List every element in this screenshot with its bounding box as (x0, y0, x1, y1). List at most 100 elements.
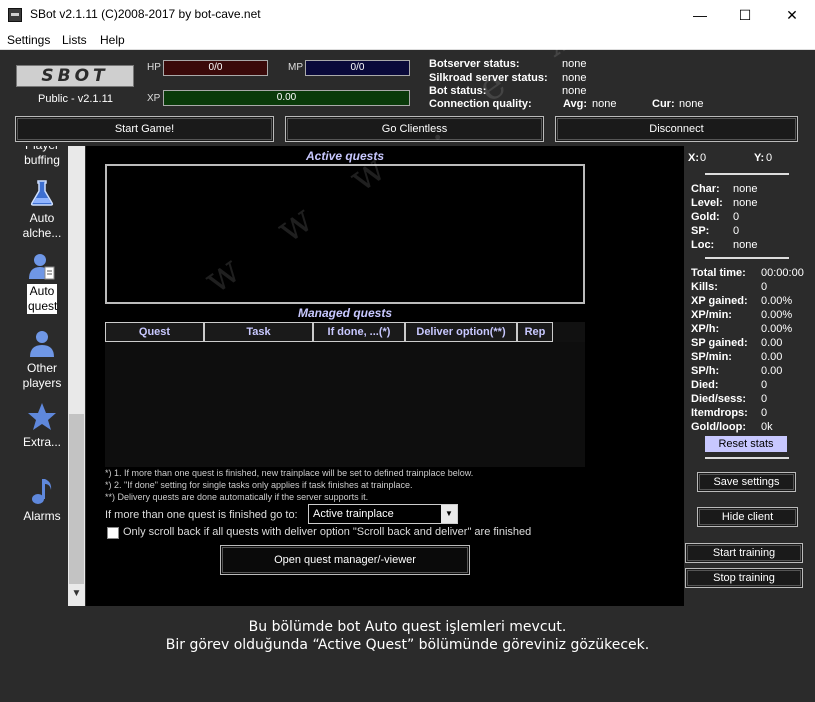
column-rep[interactable]: Rep (517, 322, 553, 342)
bot-status-value: none (562, 85, 587, 97)
sidebar-item-other-players[interactable]: Other players (16, 328, 68, 391)
column-deliver-option[interactable]: Deliver option(**) (405, 322, 517, 342)
quest-notes: *) 1. If more than one quest is finished… (105, 468, 474, 502)
bot-status-label: Bot status: (429, 85, 487, 97)
stat-key: Gold/loop: (691, 421, 746, 433)
sidebar: Player buffing Auto alche... Auto quest … (16, 146, 68, 606)
player-icon (30, 331, 54, 357)
x-value: 0 (700, 152, 707, 164)
char-value: 0 (733, 225, 740, 237)
stop-training-button[interactable]: Stop training (685, 568, 803, 588)
flask-icon (30, 180, 54, 206)
star-icon (28, 403, 56, 430)
stat-value: 0 (761, 393, 768, 405)
hp-label: HP (147, 62, 161, 73)
connection-quality-label: Connection quality: (429, 98, 532, 110)
close-button[interactable]: ✕ (769, 0, 815, 30)
stat-value: 0 (761, 407, 768, 419)
stat-key: XP/min: (691, 309, 732, 321)
stat-key: Kills: (691, 281, 718, 293)
chevron-down-icon[interactable]: ▼ (441, 505, 457, 523)
hide-client-button[interactable]: Hide client (697, 507, 798, 527)
sidebar-item-auto-alchemy[interactable]: Auto alche... (16, 178, 68, 241)
menu-lists[interactable]: Lists (62, 33, 87, 47)
silkroad-status-label: Silkroad server status: (429, 72, 548, 84)
y-label: Y: (754, 152, 765, 164)
managed-quests-list[interactable] (105, 342, 585, 467)
cur-value: none (679, 98, 704, 110)
caption-line-2: Bir görev olduğunda “Active Quest” bölüm… (165, 637, 650, 653)
goto-label: If more than one quest is finished go to… (105, 509, 298, 521)
silkroad-status-value: none (562, 72, 587, 84)
managed-quests-title: Managed quests (297, 306, 393, 320)
stat-value: 0.00 (761, 337, 783, 349)
sidebar-item-alarms[interactable]: Alarms (16, 476, 68, 524)
stat-key: XP/h: (691, 323, 720, 335)
go-clientless-button[interactable]: Go Clientless (285, 116, 544, 142)
menu-settings[interactable]: Settings (7, 33, 50, 47)
scroll-down-icon[interactable]: ▼ (68, 588, 85, 599)
avg-value: none (592, 98, 617, 110)
y-value: 0 (766, 152, 773, 164)
sidebar-item-auto-quest[interactable]: Auto quest (16, 251, 68, 314)
goto-select[interactable]: Active trainplace ▼ (308, 504, 458, 524)
stat-value: 0k (761, 421, 773, 433)
sbot-logo: SBOT (16, 65, 134, 87)
column-if-done[interactable]: If done, ...(*) (313, 322, 405, 342)
stat-value: 00:00:00 (761, 267, 804, 279)
scrollbar-thumb[interactable] (69, 414, 84, 584)
xp-label: XP (147, 93, 161, 104)
char-key: Gold: (691, 211, 720, 223)
window-title: SBot v2.1.11 (C)2008-2017 by bot-cave.ne… (30, 7, 261, 21)
scroll-back-checkbox[interactable] (107, 527, 119, 539)
header-filler (553, 322, 585, 342)
reset-stats-button[interactable]: Reset stats (705, 436, 787, 452)
stat-key: SP gained: (691, 337, 748, 349)
mp-bar: 0/0 (305, 60, 410, 76)
quest-player-icon (29, 254, 55, 280)
divider (705, 173, 789, 175)
active-quests-list[interactable] (105, 164, 585, 304)
music-note-icon (32, 479, 52, 504)
stat-key: Total time: (691, 267, 746, 279)
stat-key: SP/min: (691, 351, 732, 363)
stat-value: 0 (761, 379, 768, 391)
version-label: Public - v2.1.11 (38, 93, 114, 105)
stat-key: Itemdrops: (691, 407, 748, 419)
sidebar-item-player-buffing[interactable]: Player buffing (16, 146, 68, 168)
app-icon (8, 8, 22, 22)
menu-bar: Settings Lists Help (0, 30, 815, 50)
stat-key: Died/sess: (691, 393, 747, 405)
hp-bar: 0/0 (163, 60, 268, 76)
start-game-button[interactable]: Start Game! (15, 116, 274, 142)
stat-value: 0.00 (761, 351, 783, 363)
stat-value: 0.00% (761, 295, 793, 307)
char-key: Level: (691, 197, 723, 209)
divider (705, 457, 789, 459)
cur-label: Cur: (652, 98, 675, 110)
mp-label: MP (288, 62, 303, 73)
stat-value: 0.00% (761, 309, 793, 321)
maximize-button[interactable]: ☐ (722, 0, 768, 30)
stat-key: SP/h: (691, 365, 720, 377)
start-training-button[interactable]: Start training (685, 543, 803, 563)
sidebar-item-extra[interactable]: Extra... (16, 402, 68, 450)
save-settings-button[interactable]: Save settings (697, 472, 796, 492)
open-quest-manager-button[interactable]: Open quest manager/-viewer (220, 545, 470, 575)
char-key: Loc: (691, 239, 715, 251)
stat-value: 0 (761, 281, 768, 293)
divider (705, 257, 789, 259)
char-value: none (733, 239, 758, 251)
char-value: none (733, 197, 758, 209)
disconnect-button[interactable]: Disconnect (555, 116, 798, 142)
sidebar-scrollbar[interactable]: ▼ (68, 146, 85, 606)
char-value: 0 (733, 211, 740, 223)
botserver-status-label: Botserver status: (429, 58, 520, 70)
x-label: X: (688, 152, 699, 164)
column-quest[interactable]: Quest (105, 322, 204, 342)
char-value: none (733, 183, 758, 195)
caption-line-1: Bu bölümde bot Auto quest işlemleri mevc… (248, 619, 567, 635)
minimize-button[interactable]: — (677, 0, 723, 30)
menu-help[interactable]: Help (100, 33, 125, 47)
column-task[interactable]: Task (204, 322, 313, 342)
